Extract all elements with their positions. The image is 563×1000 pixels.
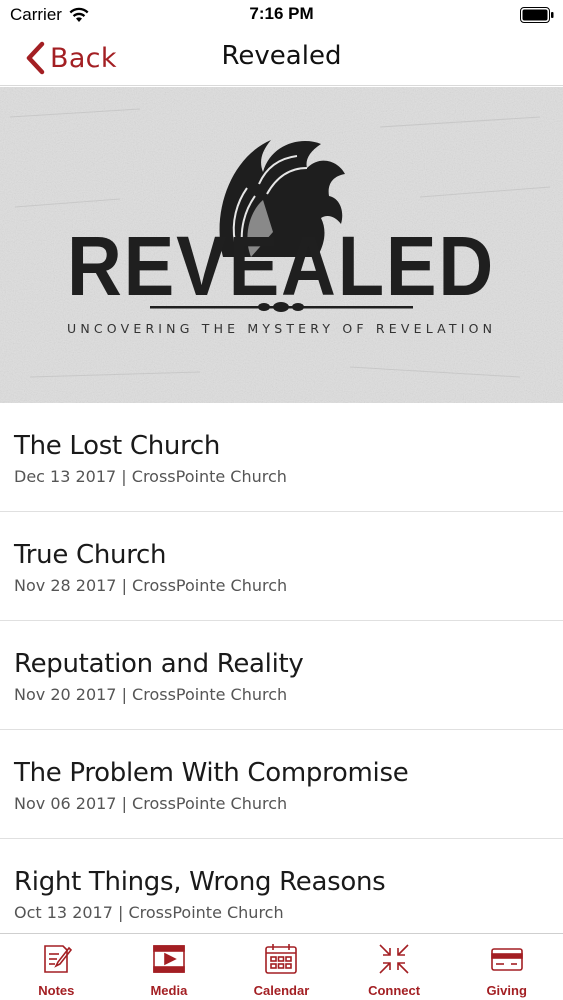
sermon-title: The Problem With Compromise xyxy=(14,758,409,788)
sermon-meta: Nov 20 2017 | CrossPointe Church xyxy=(14,685,288,704)
tab-label: Calendar xyxy=(253,983,310,998)
sermon-item-reputation-and-reality[interactable]: Reputation and Reality Nov 20 2017 | Cro… xyxy=(0,621,563,730)
sermon-item-true-church[interactable]: True Church Nov 28 2017 | CrossPointe Ch… xyxy=(0,512,563,621)
notes-icon xyxy=(44,945,73,973)
sermon-meta: Oct 13 2017 | CrossPointe Church xyxy=(14,903,284,922)
tab-label: Media xyxy=(150,983,188,998)
sermon-item-right-things-wrong-reasons[interactable]: Right Things, Wrong Reasons Oct 13 2017 … xyxy=(0,839,563,948)
sermon-title: Reputation and Reality xyxy=(14,649,304,679)
sermon-title: The Lost Church xyxy=(14,431,221,461)
sermon-title: Right Things, Wrong Reasons xyxy=(14,867,386,897)
page-title: Revealed xyxy=(221,41,342,71)
sermon-item-the-lost-church[interactable]: The Lost Church Dec 13 2017 | CrossPoint… xyxy=(0,403,563,512)
calendar-icon xyxy=(265,944,298,974)
sermon-item-the-problem-with-compromise[interactable]: The Problem With Compromise Nov 06 2017 … xyxy=(0,730,563,839)
tab-label: Connect xyxy=(368,983,421,998)
tab-calendar[interactable]: Calendar xyxy=(225,934,338,1000)
banner-subtitle: UNCOVERING THE MYSTERY OF REVELATION xyxy=(67,321,495,336)
sermon-meta: Dec 13 2017 | CrossPointe Church xyxy=(14,467,287,486)
sermon-list: The Lost Church Dec 13 2017 | CrossPoint… xyxy=(0,403,563,948)
tab-bar: Notes Media Calendar Connect Giving xyxy=(0,933,563,1000)
status-time: 7:16 PM xyxy=(249,4,314,23)
battery-icon xyxy=(520,7,554,23)
giving-icon xyxy=(490,948,523,971)
tab-giving[interactable]: Giving xyxy=(450,934,563,1000)
sermon-meta: Nov 06 2017 | CrossPointe Church xyxy=(14,794,288,813)
status-bar: Carrier 7:16 PM xyxy=(0,0,563,30)
tab-label: Notes xyxy=(38,983,75,998)
series-banner: REVEALED UNCOVERING THE MYSTERY OF REVEL… xyxy=(0,87,563,403)
media-icon xyxy=(153,945,185,973)
sermon-title: True Church xyxy=(14,540,167,570)
tab-notes[interactable]: Notes xyxy=(0,934,113,1000)
navigation-bar: Back Revealed xyxy=(0,30,563,86)
tab-media[interactable]: Media xyxy=(113,934,226,1000)
banner-title: REVEALED xyxy=(67,219,495,313)
tab-label: Giving xyxy=(486,983,527,998)
tab-connect[interactable]: Connect xyxy=(338,934,451,1000)
connect-icon xyxy=(379,944,409,974)
sermon-meta: Nov 28 2017 | CrossPointe Church xyxy=(14,576,288,595)
